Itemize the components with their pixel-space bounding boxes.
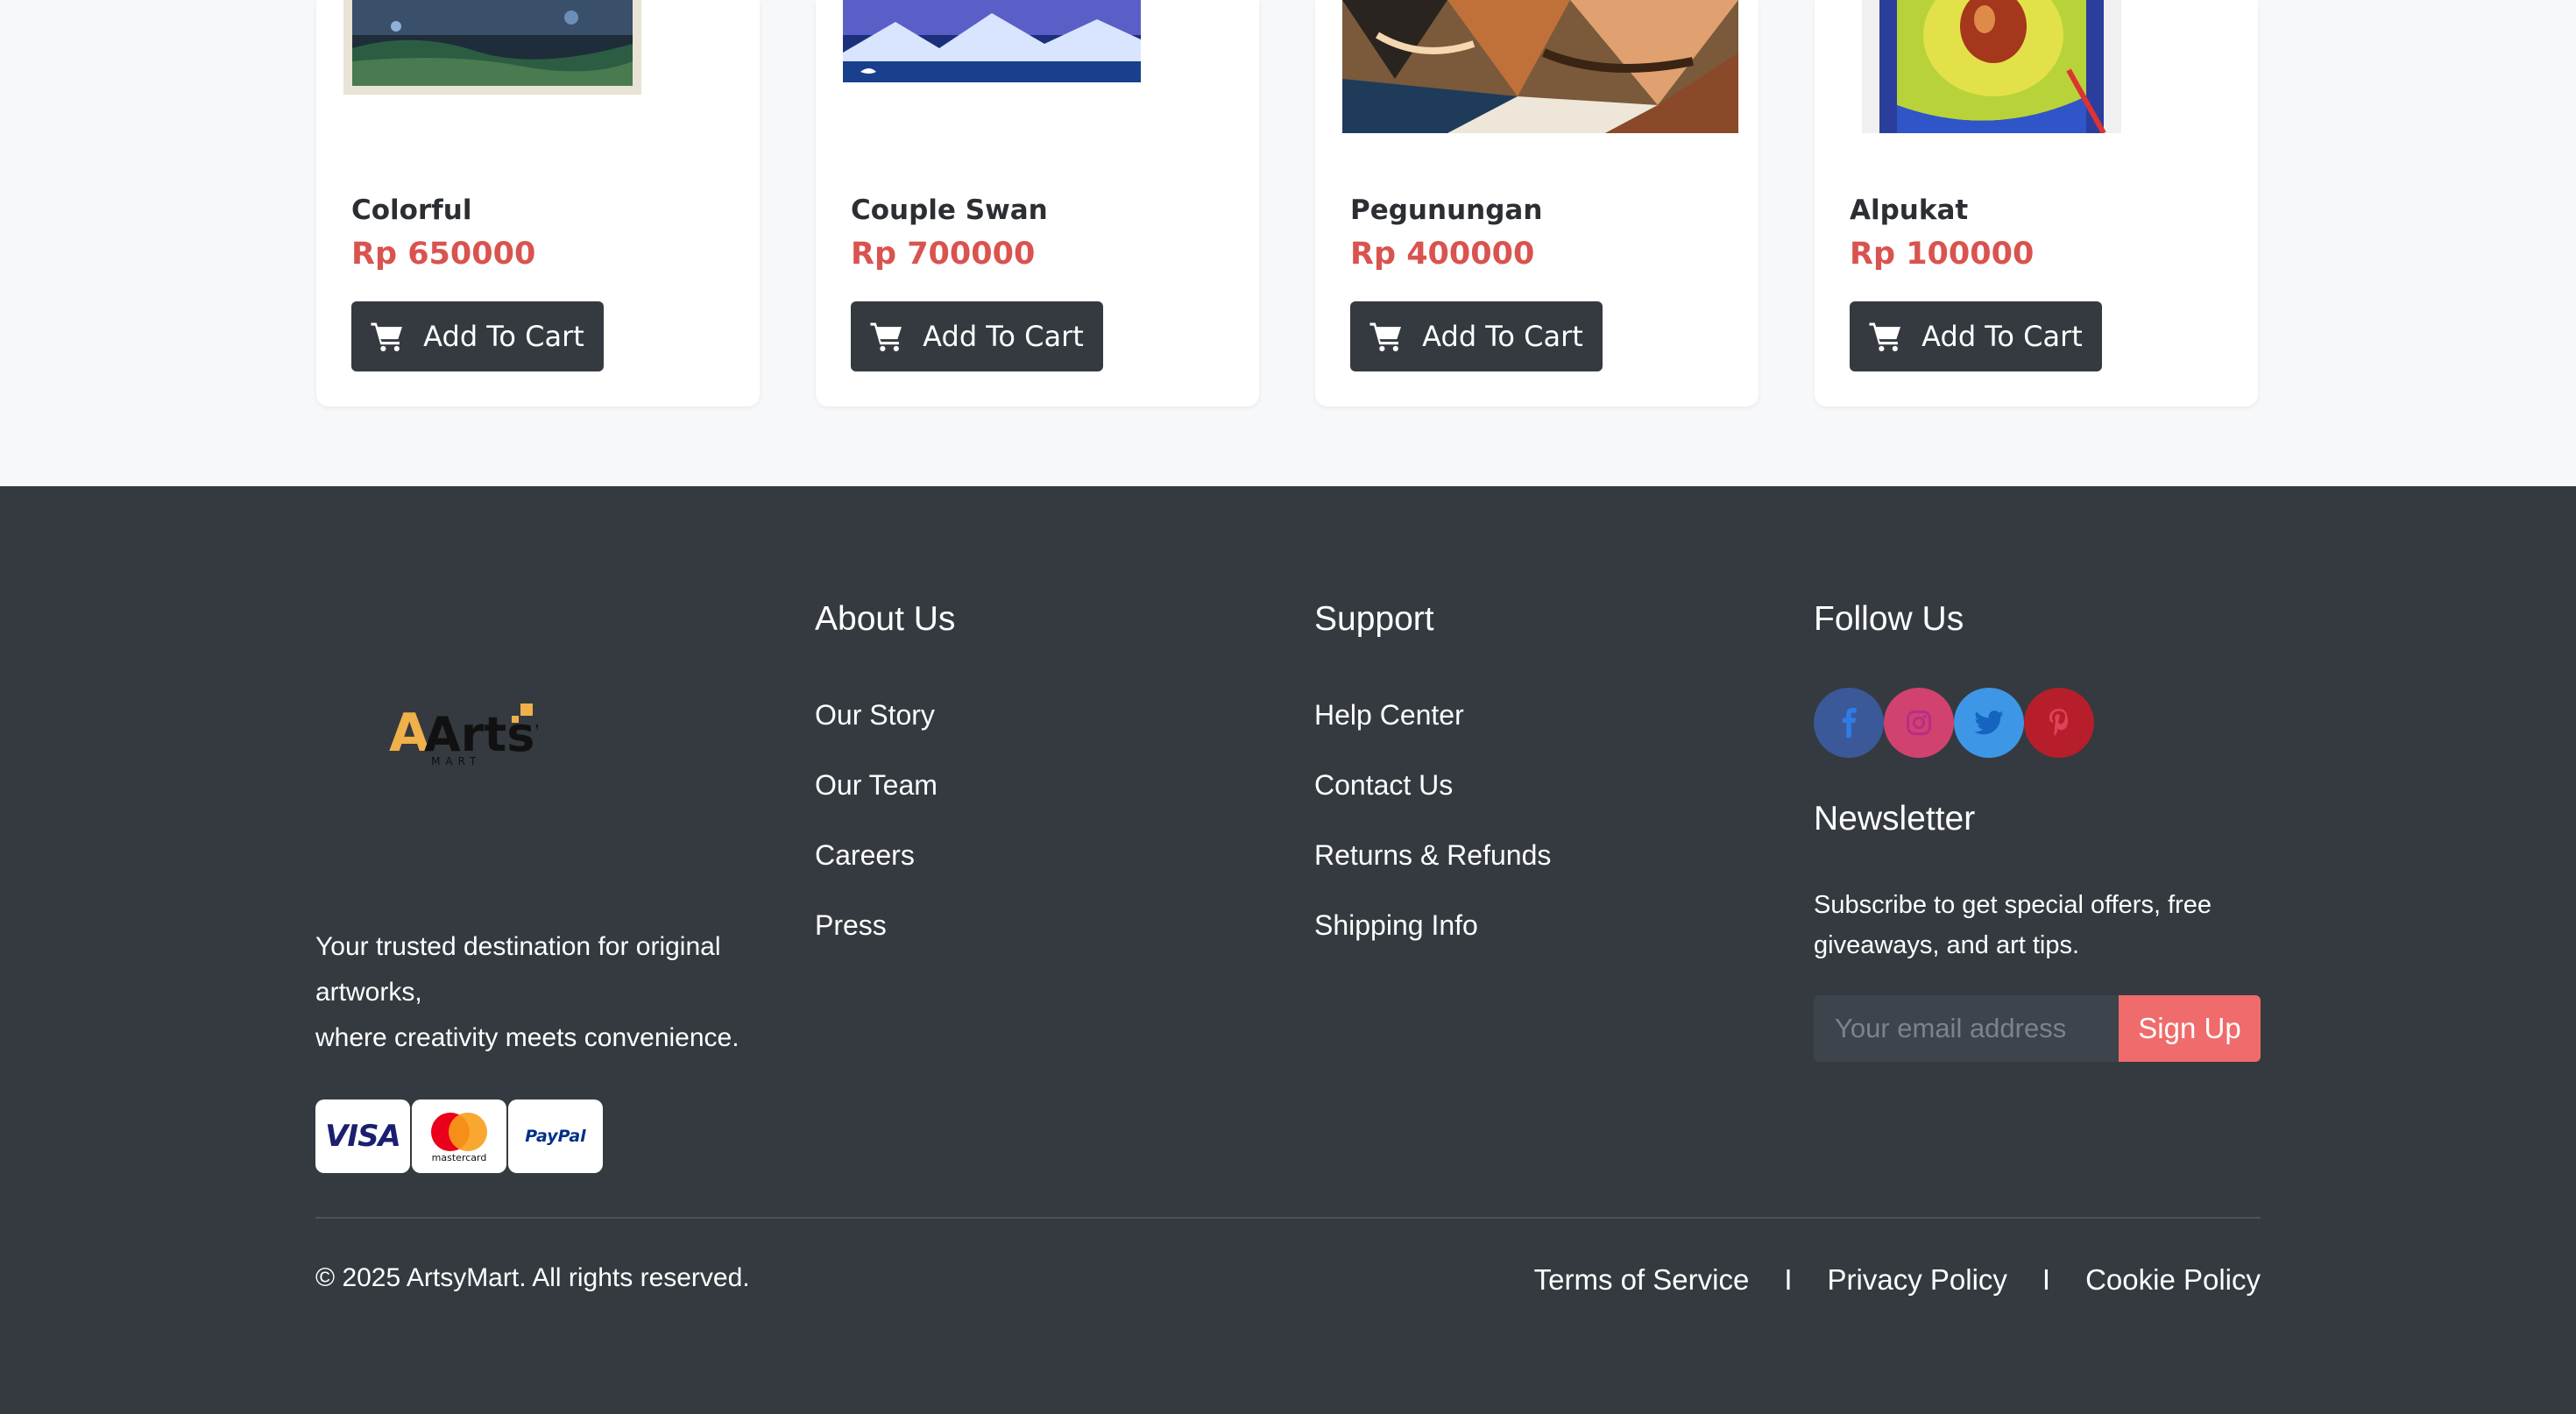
footer-divider [315,1217,2261,1219]
product-price: Rp 400000 [1350,237,1535,272]
social-links [1814,688,2094,758]
link-cookie-policy[interactable]: Cookie Policy [2085,1263,2261,1297]
link-help-center[interactable]: Help Center [1314,699,1464,732]
link-shipping-info[interactable]: Shipping Info [1314,909,1478,942]
product-card: Pegunungan Rp 400000 Add To Cart [1315,0,1759,407]
tagline-line-1: Your trusted destination for original ar… [315,932,721,1007]
link-our-team[interactable]: Our Team [815,769,938,802]
artsymart-logo[interactable]: A Artsy MART [389,696,566,767]
product-card: Alpukat Rp 100000 Add To Cart [1815,0,2258,407]
add-to-cart-button[interactable]: Add To Cart [351,301,604,371]
add-to-cart-button[interactable]: Add To Cart [1850,301,2102,371]
link-careers[interactable]: Careers [815,839,915,872]
link-privacy-policy[interactable]: Privacy Policy [1828,1263,2007,1297]
add-to-cart-label: Add To Cart [423,320,584,353]
paypal-icon: PayPal [508,1099,603,1173]
logo-sub: MART [431,755,481,767]
sign-up-button[interactable]: Sign Up [2119,995,2261,1062]
product-name[interactable]: Pegunungan [1350,194,1542,226]
email-input[interactable] [1814,995,2120,1062]
pinterest-icon[interactable] [2024,688,2094,758]
facebook-icon[interactable] [1814,688,1884,758]
twitter-icon[interactable] [1954,688,2024,758]
site-footer: A Artsy MART Your trusted destination fo… [0,486,2576,1414]
support-heading: Support [1314,600,1434,638]
payment-methods: VISA mastercard PayPal [315,1099,603,1173]
add-to-cart-button[interactable]: Add To Cart [851,301,1103,371]
mastercard-icon: mastercard [412,1099,506,1173]
product-name[interactable]: Colorful [351,194,471,226]
link-press[interactable]: Press [815,909,887,942]
cart-icon [1869,322,1901,351]
link-contact-us[interactable]: Contact Us [1314,769,1453,802]
product-price: Rp 650000 [351,237,536,272]
add-to-cart-label: Add To Cart [1422,320,1583,353]
product-image[interactable] [343,0,641,95]
product-image[interactable] [1342,0,1738,133]
add-to-cart-label: Add To Cart [1921,320,2083,353]
add-to-cart-label: Add To Cart [923,320,1084,353]
link-terms-of-service[interactable]: Terms of Service [1534,1263,1750,1297]
product-card: Couple Swan Rp 700000 Add To Cart [816,0,1259,407]
cart-icon [870,322,902,351]
about-heading: About Us [815,600,956,638]
product-name[interactable]: Alpukat [1850,194,1968,226]
instagram-icon[interactable] [1884,688,1954,758]
cart-icon [371,322,403,351]
footer-tagline: Your trusted destination for original ar… [315,924,771,1061]
cart-icon [1369,322,1402,351]
product-image[interactable] [843,0,1141,82]
product-card: Colorful Rp 650000 Add To Cart [316,0,760,407]
link-returns-refunds[interactable]: Returns & Refunds [1314,839,1551,872]
tagline-line-2: where creativity meets convenience. [315,1023,740,1052]
product-price: Rp 100000 [1850,237,2035,272]
product-grid: Colorful Rp 650000 Add To Cart Couple Sw… [0,0,2576,486]
newsletter-text: Subscribe to get special offers, free gi… [1814,891,2212,959]
copyright-text: © 2025 ArtsyMart. All rights reserved. [315,1263,750,1292]
legal-separator: I [1784,1263,1793,1296]
product-price: Rp 700000 [851,237,1036,272]
link-our-story[interactable]: Our Story [815,699,935,732]
add-to-cart-button[interactable]: Add To Cart [1350,301,1603,371]
product-image[interactable] [1862,0,2121,133]
newsletter-heading: Newsletter [1814,800,1976,838]
follow-heading: Follow Us [1814,600,1964,638]
visa-icon: VISA [315,1099,410,1173]
legal-links: Terms of Service I Privacy Policy I Cook… [1534,1263,2261,1297]
product-name[interactable]: Couple Swan [851,194,1048,226]
legal-separator: I [2042,1263,2051,1296]
